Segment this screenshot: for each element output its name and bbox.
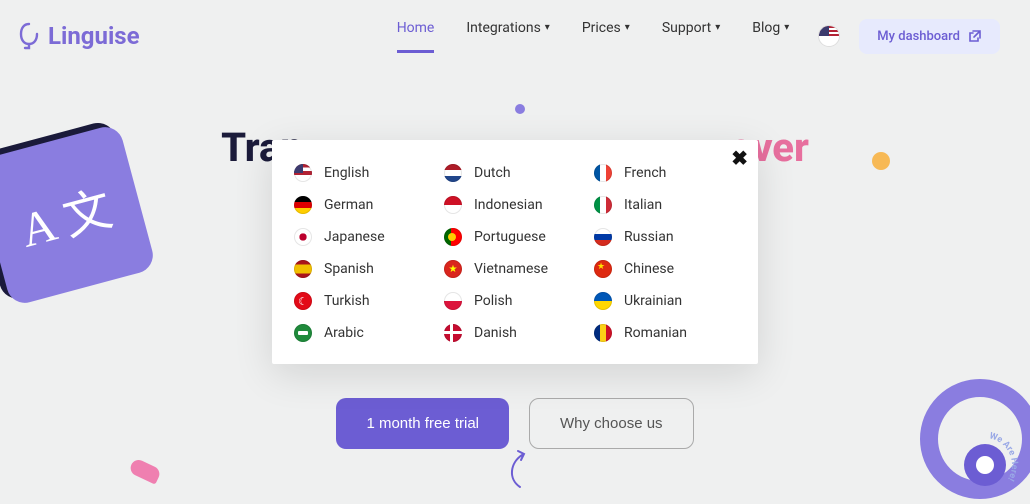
- language-option-sa[interactable]: Arabic: [294, 324, 434, 342]
- nav-prices[interactable]: Prices▾: [582, 20, 630, 53]
- chevron-down-icon: ▾: [715, 22, 720, 33]
- nav-home[interactable]: Home: [397, 20, 435, 53]
- sa-flag-icon: [294, 324, 312, 342]
- language-label: Polish: [474, 293, 512, 309]
- my-dashboard-button[interactable]: My dashboard: [859, 19, 1000, 54]
- pt-flag-icon: [444, 228, 462, 246]
- free-trial-button[interactable]: 1 month free trial: [336, 398, 509, 449]
- close-icon[interactable]: ✖: [731, 146, 748, 170]
- jp-flag-icon: [294, 228, 312, 246]
- language-label: Indonesian: [474, 197, 543, 213]
- arrow-doodle-icon: [500, 449, 530, 489]
- language-label: Japanese: [324, 229, 385, 245]
- language-option-cn[interactable]: Chinese: [594, 260, 734, 278]
- fr-flag-icon: [594, 164, 612, 182]
- ua-flag-icon: [594, 292, 612, 310]
- nav-integrations[interactable]: Integrations▾: [466, 20, 549, 53]
- language-option-id[interactable]: Indonesian: [444, 196, 584, 214]
- chat-bubble-icon: [964, 444, 1006, 486]
- tr-flag-icon: [294, 292, 312, 310]
- language-label: Italian: [624, 197, 662, 213]
- chevron-down-icon: ▾: [625, 22, 630, 33]
- language-grid: English Dutch French German Indonesian Italia…: [294, 164, 734, 342]
- de-flag-icon: [294, 196, 312, 214]
- nav-support[interactable]: Support▾: [662, 20, 720, 53]
- chevron-down-icon: ▾: [784, 22, 789, 33]
- external-link-icon: [968, 29, 982, 43]
- header: Linguise Home Integrations▾ Prices▾ Supp…: [0, 0, 1030, 60]
- decorative-pink-shape: [128, 458, 162, 485]
- language-label: Spanish: [324, 261, 374, 277]
- language-option-tr[interactable]: Turkish: [294, 292, 434, 310]
- language-option-it[interactable]: Italian: [594, 196, 734, 214]
- nl-flag-icon: [444, 164, 462, 182]
- language-option-vn[interactable]: Vietnamese: [444, 260, 584, 278]
- nav-blog[interactable]: Blog▾: [752, 20, 789, 53]
- cn-flag-icon: [594, 260, 612, 278]
- vn-flag-icon: [444, 260, 462, 278]
- language-option-fr[interactable]: French: [594, 164, 734, 182]
- language-label: Dutch: [474, 165, 511, 181]
- language-option-ro[interactable]: Romanian: [594, 324, 734, 342]
- language-option-ua[interactable]: Ukrainian: [594, 292, 734, 310]
- cta-row: 1 month free trial Why choose us: [0, 398, 1030, 449]
- language-label: Danish: [474, 325, 517, 341]
- why-choose-us-button[interactable]: Why choose us: [529, 398, 694, 449]
- language-label: Arabic: [324, 325, 364, 341]
- linguise-icon: [18, 22, 40, 50]
- language-label: Romanian: [624, 325, 687, 341]
- language-label: Turkish: [324, 293, 370, 309]
- language-option-us[interactable]: English: [294, 164, 434, 182]
- brand-name: Linguise: [48, 22, 140, 50]
- dk-flag-icon: [444, 324, 462, 342]
- ro-flag-icon: [594, 324, 612, 342]
- language-option-pl[interactable]: Polish: [444, 292, 584, 310]
- decorative-dot-orange: [872, 152, 890, 170]
- language-label: German: [324, 197, 373, 213]
- language-label: Chinese: [624, 261, 674, 277]
- pl-flag-icon: [444, 292, 462, 310]
- language-label: English: [324, 165, 369, 181]
- language-option-ru[interactable]: Russian: [594, 228, 734, 246]
- language-option-de[interactable]: German: [294, 196, 434, 214]
- us-flag-icon: [294, 164, 312, 182]
- language-label: French: [624, 165, 666, 181]
- language-label: Ukrainian: [624, 293, 682, 309]
- ru-flag-icon: [594, 228, 612, 246]
- brand-logo[interactable]: Linguise: [18, 22, 140, 50]
- language-option-jp[interactable]: Japanese: [294, 228, 434, 246]
- language-option-es[interactable]: Spanish: [294, 260, 434, 278]
- decorative-dot-purple: [515, 104, 525, 114]
- language-modal: ✖ English Dutch French German Indonesian Ital…: [272, 140, 758, 364]
- id-flag-icon: [444, 196, 462, 214]
- chevron-down-icon: ▾: [545, 22, 550, 33]
- language-option-dk[interactable]: Danish: [444, 324, 584, 342]
- language-label: Vietnamese: [474, 261, 548, 277]
- it-flag-icon: [594, 196, 612, 214]
- language-label: Russian: [624, 229, 674, 245]
- es-flag-icon: [294, 260, 312, 278]
- main-nav: Home Integrations▾ Prices▾ Support▾ Blog…: [397, 20, 790, 53]
- chat-widget[interactable]: We Are Here!: [950, 430, 1020, 500]
- language-option-pt[interactable]: Portuguese: [444, 228, 584, 246]
- language-option-nl[interactable]: Dutch: [444, 164, 584, 182]
- language-switcher[interactable]: [819, 26, 839, 46]
- language-label: Portuguese: [474, 229, 546, 245]
